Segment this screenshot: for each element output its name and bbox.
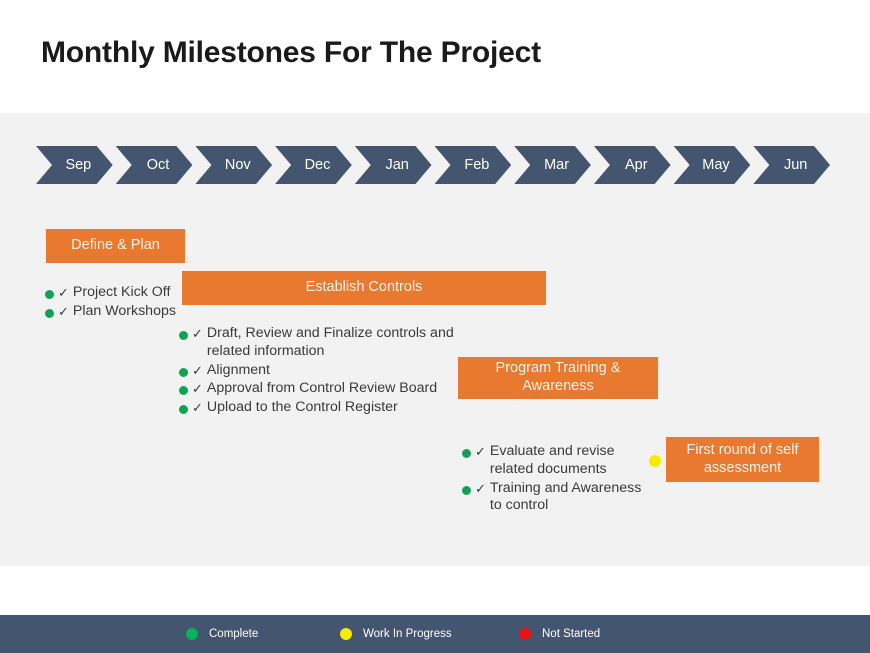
timeline-month-oct[interactable]: Oct bbox=[116, 146, 193, 184]
list-item: ✓ Plan Workshops bbox=[45, 303, 185, 321]
list-item: ✓ Draft, Review and Finalize controls an… bbox=[179, 325, 457, 361]
timeline-month-dec[interactable]: Dec bbox=[275, 146, 352, 184]
timeline-month-label: Jan bbox=[385, 157, 409, 173]
milestone-label: Training and Awareness to control bbox=[489, 479, 642, 514]
status-dot-icon bbox=[45, 290, 54, 299]
timeline-month-label: Oct bbox=[146, 157, 170, 173]
status-dot-icon bbox=[179, 386, 188, 396]
timeline-month-label: Sep bbox=[65, 157, 92, 173]
check-icon: ✓ bbox=[192, 326, 203, 341]
milestone-label: Alignment bbox=[206, 361, 270, 378]
milestone-group-define-plan: ✓ Project Kick Off ✓ Plan Workshops bbox=[45, 284, 185, 322]
milestone-label: Approval from Control Review Board bbox=[206, 380, 438, 397]
status-dot-icon bbox=[179, 331, 188, 340]
timeline-month-mar[interactable]: Mar bbox=[514, 146, 591, 184]
status-dot-icon bbox=[179, 405, 188, 415]
page-title: Monthly Milestones For The Project bbox=[41, 36, 541, 69]
status-dot-icon bbox=[462, 449, 471, 458]
list-item: ✓ Approval from Control Review Board bbox=[179, 380, 457, 398]
list-item: ✓ Training and Awareness to control bbox=[462, 480, 652, 516]
legend-dot-complete-icon bbox=[186, 628, 198, 640]
check-icon: ✓ bbox=[192, 400, 203, 416]
timeline-month-label: Apr bbox=[624, 157, 648, 173]
timeline-month-nov[interactable]: Nov bbox=[195, 146, 272, 184]
timeline-month-label: Jun bbox=[783, 157, 808, 173]
phase-bar-program-training[interactable]: Program Training & Awareness bbox=[458, 357, 658, 399]
check-icon: ✓ bbox=[58, 285, 69, 300]
milestone-label: Plan Workshops bbox=[72, 302, 176, 319]
list-item: ✓ Upload to the Control Register bbox=[179, 399, 457, 417]
timeline-month-label: May bbox=[702, 157, 730, 173]
timeline-month-label: Mar bbox=[544, 157, 570, 173]
legend-item-not-started: Not Started bbox=[519, 628, 600, 640]
timeline-month-sep[interactable]: Sep bbox=[36, 146, 113, 184]
phase-bar-self-assessment[interactable]: First round of self assessment bbox=[666, 437, 819, 482]
timeline-months: Sep Oct Nov Dec Jan Feb Mar Apr May Jun bbox=[36, 146, 830, 184]
timeline-month-label: Nov bbox=[224, 157, 251, 173]
phase-bar-define-plan[interactable]: Define & Plan bbox=[46, 229, 185, 263]
timeline-month-may[interactable]: May bbox=[674, 146, 751, 184]
timeline-month-jun[interactable]: Jun bbox=[753, 146, 830, 184]
list-item: ✓ Alignment bbox=[179, 362, 457, 380]
milestone-label: Draft, Review and Finalize controls and … bbox=[206, 325, 454, 359]
timeline-month-label: Feb bbox=[464, 157, 490, 173]
phase-bar-establish-controls[interactable]: Establish Controls bbox=[182, 271, 546, 305]
legend-label: Complete bbox=[209, 628, 259, 640]
timeline-month-label: Dec bbox=[304, 157, 331, 173]
legend-dot-not-started-icon bbox=[519, 628, 531, 640]
legend-label: Work In Progress bbox=[363, 628, 452, 640]
legend-bar: Complete Work In Progress Not Started bbox=[0, 615, 870, 653]
check-icon: ✓ bbox=[192, 381, 203, 397]
check-icon: ✓ bbox=[58, 303, 69, 319]
milestone-group-program-training: ✓ Evaluate and revise related documents … bbox=[462, 443, 652, 516]
legend-label: Not Started bbox=[542, 628, 601, 640]
milestone-group-establish-controls: ✓ Draft, Review and Finalize controls an… bbox=[179, 325, 457, 418]
milestone-label: Project Kick Off bbox=[72, 284, 171, 300]
timeline-month-feb[interactable]: Feb bbox=[435, 146, 512, 184]
legend-item-in-progress: Work In Progress bbox=[340, 628, 452, 640]
legend-dot-in-progress-icon bbox=[340, 628, 352, 640]
legend-item-complete: Complete bbox=[186, 628, 258, 640]
status-dot-icon bbox=[179, 367, 188, 377]
status-dot-icon bbox=[45, 308, 54, 318]
milestone-label: Evaluate and revise related documents bbox=[489, 443, 615, 477]
check-icon: ✓ bbox=[192, 362, 203, 378]
status-dot-icon bbox=[462, 485, 471, 495]
list-item: ✓ Project Kick Off bbox=[45, 284, 185, 302]
check-icon: ✓ bbox=[475, 480, 486, 496]
check-icon: ✓ bbox=[475, 444, 486, 459]
timeline-month-jan[interactable]: Jan bbox=[355, 146, 432, 184]
timeline-month-apr[interactable]: Apr bbox=[594, 146, 671, 184]
list-item: ✓ Evaluate and revise related documents bbox=[462, 443, 652, 479]
milestone-label: Upload to the Control Register bbox=[206, 399, 398, 416]
